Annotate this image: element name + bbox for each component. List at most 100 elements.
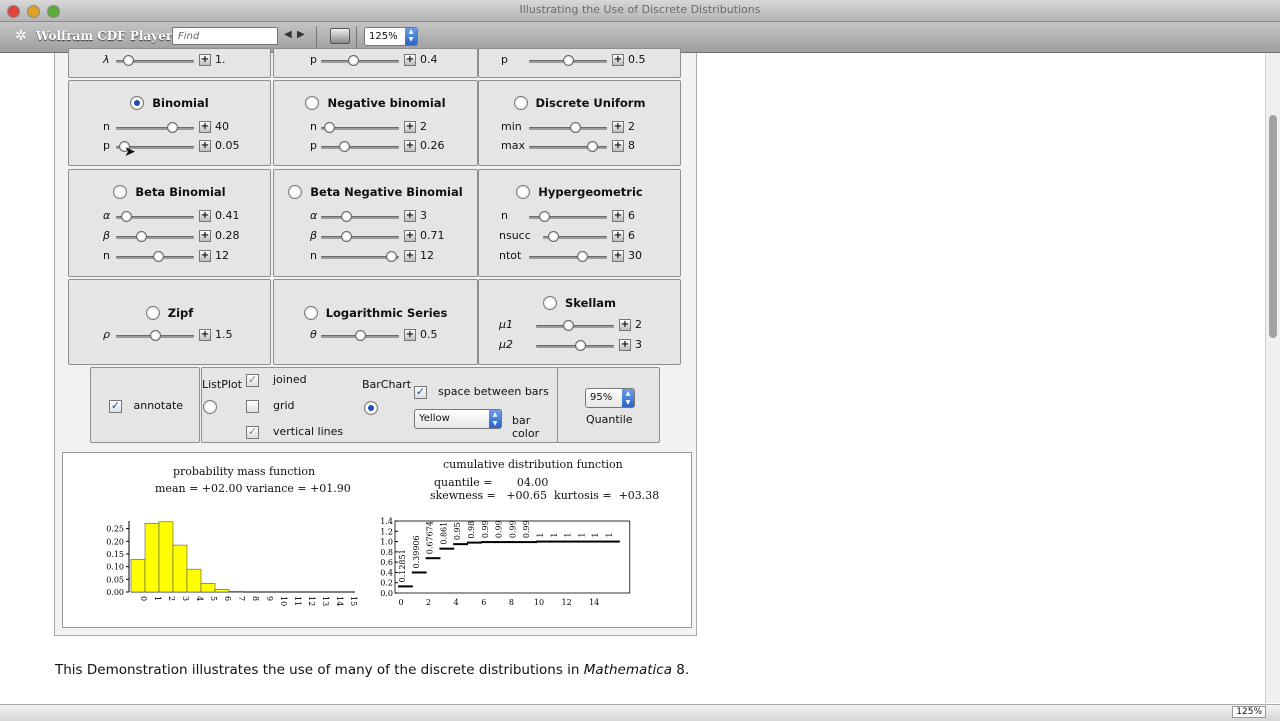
footer-zoom[interactable]: 125% (1232, 706, 1266, 718)
slider-track[interactable] (321, 146, 399, 149)
slider-thumb[interactable] (385, 251, 397, 262)
expand-plus-icon[interactable]: + (612, 140, 624, 152)
slider-track[interactable] (536, 325, 614, 328)
expand-plus-icon[interactable]: + (612, 54, 624, 66)
expand-plus-icon[interactable]: + (199, 210, 211, 222)
expand-plus-icon[interactable]: + (404, 230, 416, 242)
expand-plus-icon[interactable]: + (404, 210, 416, 222)
expand-plus-icon[interactable]: + (199, 140, 211, 152)
bar-color-select[interactable]: Yellow ▲ ▼ (414, 409, 502, 429)
expand-plus-icon[interactable]: + (612, 250, 624, 262)
radio-button[interactable] (130, 95, 145, 110)
print-icon[interactable] (330, 28, 350, 44)
slider-thumb[interactable] (563, 320, 575, 331)
quantile-select[interactable]: 95% ▲ ▼ (585, 388, 635, 408)
slider-thumb[interactable] (348, 55, 360, 66)
slider-track[interactable] (321, 60, 399, 63)
back-arrow-icon[interactable]: ◀ (284, 29, 292, 40)
slider-thumb[interactable] (167, 122, 178, 133)
distribution-radio-skellam[interactable]: Skellam (479, 295, 680, 311)
distribution-radio-logseries[interactable]: Logarithmic Series (274, 305, 477, 321)
slider-track[interactable] (321, 216, 399, 219)
expand-plus-icon[interactable]: + (199, 230, 211, 242)
expand-plus-icon[interactable]: + (612, 121, 624, 133)
joined-row[interactable]: ✓ joined (246, 373, 307, 387)
distribution-radio-betanegbinomial[interactable]: Beta Negative Binomial (274, 184, 477, 200)
expand-plus-icon[interactable]: + (404, 250, 416, 262)
slider-thumb[interactable] (563, 55, 574, 66)
expand-plus-icon[interactable]: + (199, 329, 211, 341)
radio-button[interactable] (303, 305, 318, 320)
expand-plus-icon[interactable]: + (404, 54, 416, 66)
grid-checkbox[interactable] (246, 399, 259, 413)
expand-plus-icon[interactable]: + (404, 329, 416, 341)
find-input[interactable]: Find (172, 27, 278, 45)
radio-button[interactable] (288, 184, 303, 199)
pmf-y-tick-label: 0.05 (106, 575, 124, 584)
radio-button[interactable] (305, 95, 320, 110)
distribution-radio-discreteuniform[interactable]: Discrete Uniform (479, 95, 680, 111)
slider-thumb[interactable] (341, 231, 353, 242)
radio-button[interactable] (113, 184, 128, 199)
vertical-lines-checkbox[interactable]: ✓ (246, 425, 259, 439)
vertical-lines-row[interactable]: ✓ vertical lines (246, 425, 343, 439)
zoom-select[interactable]: 125% ▲ ▼ (364, 27, 418, 46)
param-label: min (501, 120, 522, 133)
slider-thumb[interactable] (576, 251, 588, 262)
annotate-checkbox-row[interactable]: ✓ annotate (109, 399, 183, 413)
slider-track[interactable] (321, 236, 399, 239)
distribution-radio-binomial[interactable]: Binomial (69, 95, 270, 111)
distribution-radio-hypergeometric[interactable]: Hypergeometric (479, 184, 680, 200)
grid-row[interactable]: grid (246, 399, 295, 413)
window-titlebar: Illustrating the Use of Discrete Distrib… (0, 0, 1280, 22)
radio-button[interactable] (516, 184, 531, 199)
expand-plus-icon[interactable]: + (619, 339, 631, 351)
slider-thumb[interactable] (153, 251, 165, 262)
expand-plus-icon[interactable]: + (199, 54, 211, 66)
slider-thumb[interactable] (548, 231, 560, 242)
distribution-radio-negbinomial[interactable]: Negative binomial (274, 95, 477, 111)
distribution-radio-zipf[interactable]: Zipf (69, 305, 270, 321)
scrollbar-thumb[interactable] (1269, 115, 1277, 338)
slider-thumb[interactable] (324, 122, 336, 133)
slider-thumb[interactable] (121, 211, 133, 222)
stepper-arrows-icon: ▲ ▼ (405, 28, 417, 45)
slider-thumb[interactable] (150, 330, 161, 341)
expand-plus-icon[interactable]: + (619, 319, 631, 331)
pmf-stats: mean = +02.00 variance = +01.90 (155, 482, 351, 495)
expand-plus-icon[interactable]: + (612, 230, 624, 242)
slider-thumb[interactable] (136, 231, 148, 242)
radio-button[interactable] (513, 95, 528, 110)
barchart-radio[interactable] (364, 401, 378, 415)
slider-thumb[interactable] (539, 211, 551, 222)
slider-track[interactable] (529, 127, 607, 130)
param-value: 30 (628, 249, 642, 262)
slider-thumb[interactable] (338, 141, 350, 152)
slider-track[interactable] (529, 256, 607, 259)
radio-button[interactable] (542, 295, 557, 310)
space-between-bars-checkbox[interactable]: ✓ (414, 385, 427, 399)
expand-plus-icon[interactable]: + (199, 121, 211, 133)
space-between-bars-row[interactable]: ✓ space between bars (414, 385, 549, 399)
expand-plus-icon[interactable]: + (612, 210, 624, 222)
slider-thumb[interactable] (341, 211, 353, 222)
forward-arrow-icon[interactable]: ▶ (297, 29, 305, 40)
slider-thumb[interactable] (122, 55, 134, 66)
expand-plus-icon[interactable]: + (199, 250, 211, 262)
joined-checkbox[interactable]: ✓ (246, 373, 259, 387)
annotate-checkbox[interactable]: ✓ (109, 399, 122, 413)
cdf-data-label: 1 (564, 532, 573, 537)
slider-track[interactable] (116, 127, 194, 130)
slider-thumb[interactable] (569, 122, 581, 133)
radio-button[interactable] (145, 305, 160, 320)
vertical-scrollbar[interactable] (1265, 53, 1280, 703)
distribution-radio-betabinomial[interactable]: Beta Binomial (69, 184, 270, 200)
slider-thumb[interactable] (575, 340, 587, 351)
slider-thumb[interactable] (355, 330, 366, 341)
expand-plus-icon[interactable]: + (404, 121, 416, 133)
expand-plus-icon[interactable]: + (404, 140, 416, 152)
slider-track[interactable] (116, 236, 194, 239)
slider-thumb[interactable] (586, 141, 598, 152)
listplot-radio[interactable] (203, 400, 217, 414)
panel-logseries: Logarithmic Series θ +0.5 (273, 279, 478, 365)
